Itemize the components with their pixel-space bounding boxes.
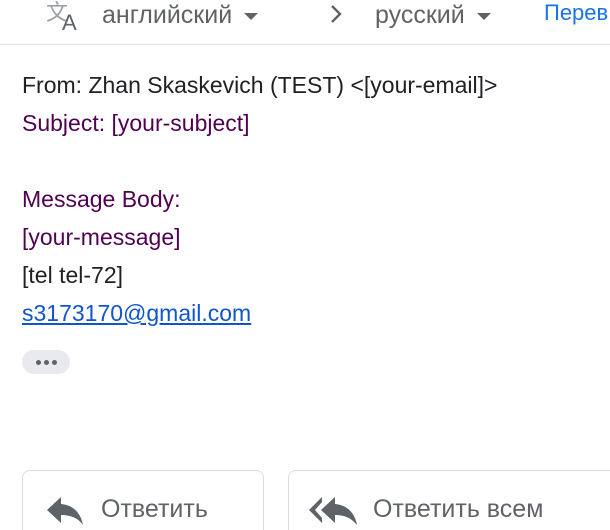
body-placeholder: [your-message]	[22, 224, 181, 250]
source-language-select[interactable]: английский	[102, 0, 259, 30]
chevron-down-icon	[476, 12, 491, 20]
translate-bar: 文 A английский русский Перев	[0, 0, 610, 45]
reply-label: Ответить	[101, 495, 208, 523]
translate-icon: 文 A	[46, 0, 77, 32]
target-language-select[interactable]: русский	[375, 0, 491, 30]
reply-all-icon	[309, 497, 357, 525]
chevron-down-icon	[244, 12, 259, 20]
from-line: From: Zhan Skaskevich (TEST) <[your-emai…	[22, 72, 498, 98]
target-language-label: русский	[375, 0, 465, 29]
message-body: From: Zhan Skaskevich (TEST) <[your-emai…	[22, 66, 497, 332]
translate-link[interactable]: Перев	[544, 0, 608, 26]
svg-text:A: A	[62, 10, 77, 32]
ellipsis-icon	[35, 359, 41, 365]
reply-all-button[interactable]: Ответить всем	[288, 470, 610, 530]
chevron-right-icon	[331, 5, 342, 23]
reply-icon	[47, 497, 83, 525]
reply-all-label: Ответить всем	[373, 495, 544, 523]
tel-placeholder: [tel tel-72]	[22, 262, 123, 288]
ellipsis-dot	[43, 359, 49, 365]
email-view: 文 A английский русский Перев From: Zhan …	[0, 0, 610, 530]
email-link[interactable]: s3173170@gmail.com	[22, 300, 251, 326]
reply-button[interactable]: Ответить	[22, 470, 264, 530]
source-language-label: английский	[102, 0, 233, 29]
ellipsis-dot	[51, 359, 57, 365]
show-trimmed-content-button[interactable]	[22, 350, 70, 374]
subject-line: Subject: [your-subject]	[22, 110, 250, 136]
body-heading: Message Body:	[22, 186, 181, 212]
